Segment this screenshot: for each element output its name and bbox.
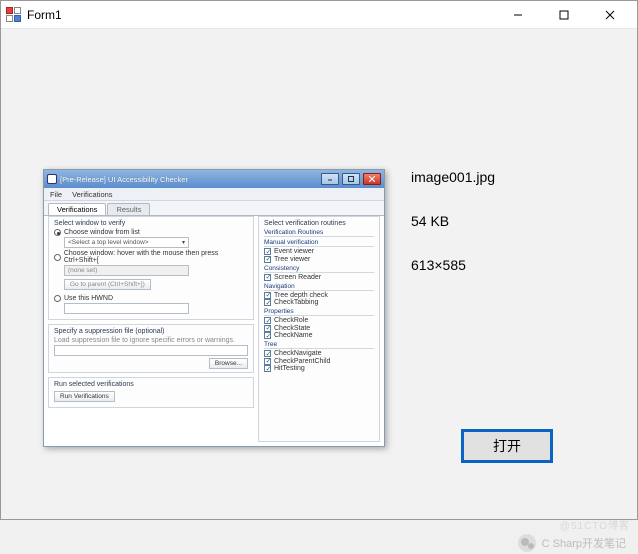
close-button[interactable] xyxy=(587,1,633,29)
wechat-text: C Sharp开发笔记 xyxy=(542,535,626,551)
inner-title: [Pre-Release] UI Accessibility Checker xyxy=(60,175,318,184)
form1-window: Form1 image001.jpg 54 KB 613×585 打开 [Pre… xyxy=(0,0,638,520)
suppression-path-field[interactable] xyxy=(54,345,248,356)
window-combo[interactable]: <Select a top level window>▾ xyxy=(64,237,189,248)
suppression-text: Load suppression file to ignore specific… xyxy=(54,337,248,344)
go-parent-button[interactable]: Go to parent (Ctrl+Shift+]) xyxy=(64,279,151,290)
section-verification-routines: Verification Routines xyxy=(264,229,374,237)
open-button[interactable]: 打开 xyxy=(461,429,553,463)
inner-app-icon xyxy=(47,174,57,184)
radio-hwnd-label: Use this HWND xyxy=(64,295,113,302)
maximize-button[interactable] xyxy=(541,1,587,29)
suppression-panel: Specify a suppression file (optional) Lo… xyxy=(48,324,254,373)
minimize-button[interactable] xyxy=(495,1,541,29)
hwnd-field[interactable] xyxy=(64,303,189,314)
chk-navigate[interactable] xyxy=(264,350,271,357)
run-panel: Run selected verifications Run Verificat… xyxy=(48,377,254,408)
suppression-header: Specify a suppression file (optional) xyxy=(54,328,248,335)
chk-hittesting[interactable] xyxy=(264,365,271,372)
section-tree: Tree xyxy=(264,341,374,349)
routines-panel: Select verification routines Verificatio… xyxy=(258,216,380,442)
chk-role[interactable] xyxy=(264,317,271,324)
inner-minimize-button[interactable] xyxy=(321,173,339,185)
chk-tabbing[interactable] xyxy=(264,299,271,306)
filename-label: image001.jpg xyxy=(411,169,495,185)
window-controls xyxy=(495,1,633,29)
radio-from-list[interactable] xyxy=(54,229,61,236)
chk-name[interactable] xyxy=(264,332,271,339)
wechat-icon xyxy=(518,534,536,552)
radio-from-list-label: Choose window from list xyxy=(64,229,140,236)
inner-menubar: File Verifications xyxy=(44,188,384,201)
routines-header: Select verification routines xyxy=(264,220,374,227)
form1-titlebar[interactable]: Form1 xyxy=(1,1,637,29)
chk-tree-viewer[interactable] xyxy=(264,256,271,263)
client-area: image001.jpg 54 KB 613×585 打开 [Pre-Relea… xyxy=(1,29,637,519)
run-verifications-button[interactable]: Run Verifications xyxy=(54,391,115,402)
section-manual: Manual verification xyxy=(264,239,374,247)
inner-body: Select window to verify Choose window fr… xyxy=(48,216,380,442)
tab-strip: Verifications Results xyxy=(44,201,384,216)
inner-titlebar: [Pre-Release] UI Accessibility Checker xyxy=(44,170,384,188)
menu-verifications[interactable]: Verifications xyxy=(72,190,112,199)
wechat-watermark: C Sharp开发笔记 xyxy=(518,534,626,552)
chk-parentchild[interactable] xyxy=(264,358,271,365)
inner-close-button[interactable] xyxy=(363,173,381,185)
filesize-label: 54 KB xyxy=(411,213,495,229)
window-title: Form1 xyxy=(27,8,62,22)
image-info: image001.jpg 54 KB 613×585 xyxy=(411,169,495,301)
chk-state[interactable] xyxy=(264,325,271,332)
tab-results[interactable]: Results xyxy=(107,203,150,215)
radio-hwnd[interactable] xyxy=(54,295,61,302)
picturebox-image: [Pre-Release] UI Accessibility Checker F… xyxy=(43,169,385,447)
dimensions-label: 613×585 xyxy=(411,257,495,273)
radio-hover[interactable] xyxy=(54,254,61,261)
chk-tree-depth[interactable] xyxy=(264,292,271,299)
select-window-header: Select window to verify xyxy=(54,220,248,227)
section-consistency: Consistency xyxy=(264,265,374,273)
browse-button[interactable]: Browse... xyxy=(209,358,248,369)
select-window-panel: Select window to verify Choose window fr… xyxy=(48,216,254,320)
hover-target-field: (none set) xyxy=(64,265,189,276)
inner-maximize-button[interactable] xyxy=(342,173,360,185)
run-header: Run selected verifications xyxy=(54,381,248,388)
section-navigation: Navigation xyxy=(264,283,374,291)
menu-file[interactable]: File xyxy=(50,190,62,199)
chk-event-viewer[interactable] xyxy=(264,248,271,255)
radio-hover-label: Choose window: hover with the mouse then… xyxy=(64,250,248,264)
app-icon xyxy=(5,7,21,23)
tab-verifications[interactable]: Verifications xyxy=(48,203,106,215)
chk-screen-reader[interactable] xyxy=(264,274,271,281)
chevron-down-icon: ▾ xyxy=(182,239,185,246)
corner-watermark: @51CTO博客 xyxy=(560,517,630,532)
section-properties: Properties xyxy=(264,308,374,316)
